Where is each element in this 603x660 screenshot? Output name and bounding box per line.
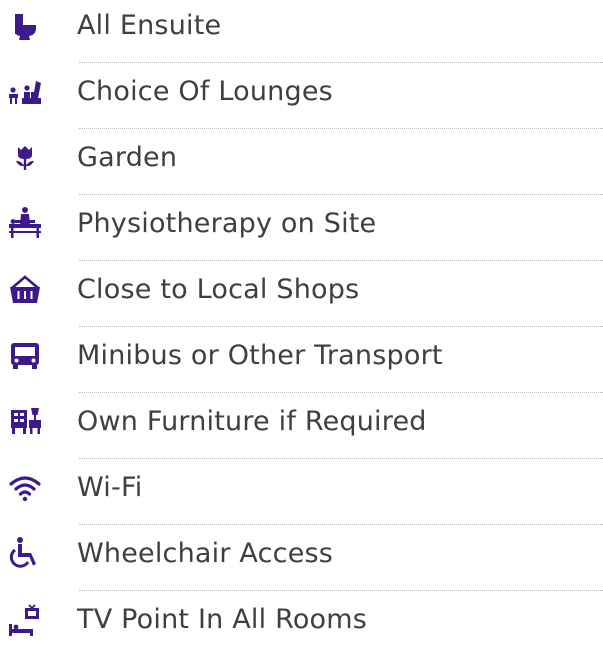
facility-item: Own Furniture if Required [0, 396, 603, 462]
wheelchair-icon [5, 534, 45, 574]
bus-icon [5, 336, 45, 376]
divider [79, 590, 603, 591]
divider [79, 524, 603, 525]
facility-item: Close to Local Shops [0, 264, 603, 330]
furniture-icon [5, 402, 45, 442]
divider [79, 326, 603, 327]
tv-bed-icon [5, 600, 45, 640]
facility-label: All Ensuite [77, 10, 222, 41]
facility-item: Choice Of Lounges [0, 66, 603, 132]
facilities-list: All Ensuite Choice Of Lounges Garden Phy… [0, 0, 603, 643]
facility-item: Minibus or Other Transport [0, 330, 603, 396]
divider [79, 194, 603, 195]
facility-item: Garden [0, 132, 603, 198]
flower-icon [5, 138, 45, 178]
divider [79, 62, 603, 63]
wifi-icon [5, 468, 45, 508]
toilet-icon [5, 6, 45, 46]
divider [79, 458, 603, 459]
divider [79, 392, 603, 393]
facility-label: Physiotherapy on Site [77, 208, 377, 239]
facility-label: Close to Local Shops [77, 274, 360, 305]
facility-label: TV Point In All Rooms [77, 604, 368, 635]
shopping-basket-icon [5, 270, 45, 310]
facility-label: Garden [77, 142, 178, 173]
facility-label: Choice Of Lounges [77, 76, 333, 107]
facility-label: Own Furniture if Required [77, 406, 427, 437]
physiotherapy-icon [5, 204, 45, 244]
facility-item: Wheelchair Access [0, 528, 603, 594]
facility-item: Physiotherapy on Site [0, 198, 603, 264]
facility-item: TV Point In All Rooms [0, 594, 603, 660]
divider [79, 128, 603, 129]
facility-label: Wheelchair Access [77, 538, 334, 569]
facility-item: Wi-Fi [0, 462, 603, 528]
facility-item: All Ensuite [0, 0, 603, 66]
lounge-icon [5, 72, 45, 112]
facility-label: Wi-Fi [77, 472, 143, 503]
divider [79, 260, 603, 261]
facility-label: Minibus or Other Transport [77, 340, 443, 371]
